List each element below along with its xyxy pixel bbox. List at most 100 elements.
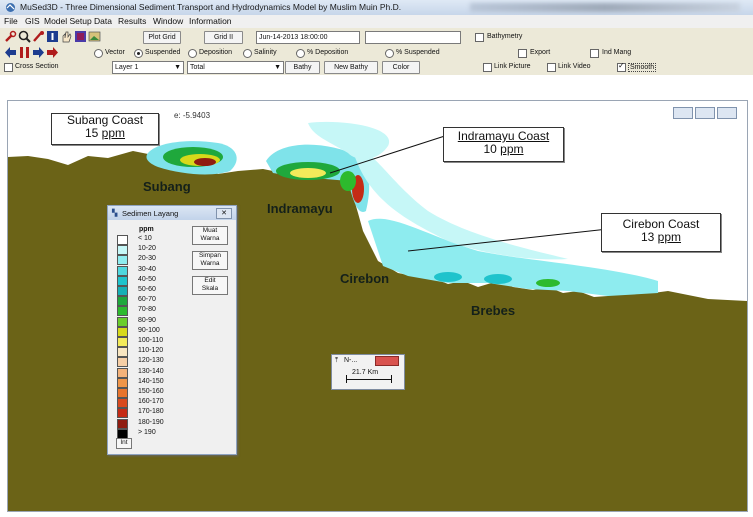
- export-checkbox[interactable]: [518, 49, 527, 58]
- pct-deposition-label: % Deposition: [307, 49, 349, 56]
- callout-indramayu-unit: ppm: [500, 142, 524, 156]
- palette-unit-label: ppm: [139, 226, 154, 233]
- legend-swatch: [117, 245, 128, 256]
- palette-title-bar[interactable]: ▚ Sedimen Layang ✕: [108, 206, 236, 220]
- salinity-radio[interactable]: [243, 49, 252, 58]
- new-bathy-button[interactable]: New Bathy: [324, 61, 378, 74]
- title-bar: MuSed3D - Three Dimensional Sediment Tra…: [0, 0, 753, 16]
- forward-icon[interactable]: [46, 46, 59, 59]
- smooth-checkbox[interactable]: ✓: [617, 61, 626, 72]
- pause-icon[interactable]: [18, 46, 31, 59]
- legend-label: 180-190: [138, 418, 164, 426]
- zoom-icon[interactable]: [18, 30, 31, 43]
- link-picture-checkbox[interactable]: [483, 63, 492, 72]
- callout-cirebon-value: 13: [640, 230, 655, 244]
- ind-mang-label: Ind Mang: [602, 49, 632, 56]
- menu-data[interactable]: Data: [94, 16, 112, 26]
- deposition-label: Deposition: [199, 49, 233, 56]
- datetime-field[interactable]: Jun-14-2013 18:00:00: [256, 31, 360, 44]
- layer-select-value: Layer 1: [115, 64, 139, 71]
- link-picture-label: Link Picture: [494, 63, 531, 70]
- scale-window-icon: ⤒: [335, 357, 339, 364]
- ind-mang-checkbox[interactable]: [590, 49, 599, 58]
- pct-deposition-radio[interactable]: [296, 49, 305, 58]
- menu-results[interactable]: Results: [118, 16, 146, 26]
- legend-swatch: [117, 408, 128, 419]
- chevron-down-icon: ▼: [274, 64, 281, 71]
- palette-close-button[interactable]: ✕: [216, 208, 232, 219]
- smooth-label: Smooth: [628, 63, 657, 72]
- minimize-button[interactable]: [673, 107, 693, 119]
- scale-bar-window[interactable]: ⤒ N-... 21.7 Km: [331, 354, 405, 390]
- scale-bar-label: 21.7 Km: [352, 369, 379, 376]
- place-label-indramayu: Indramayu: [267, 201, 333, 216]
- save-colors-button[interactable]: Simpan Warna: [192, 251, 228, 270]
- place-label-cirebon: Cirebon: [340, 271, 390, 286]
- legend-label: 150-160: [138, 388, 164, 395]
- legend-swatch: [117, 367, 128, 378]
- suspended-radio[interactable]: [134, 49, 143, 58]
- callout-subang-value: 15: [84, 126, 99, 140]
- plot-grid-button[interactable]: Plot Grid: [143, 31, 181, 44]
- int-button[interactable]: Int: [116, 438, 132, 449]
- callout-subang-unit: ppm: [101, 126, 126, 140]
- legend-label: 40-50: [138, 275, 156, 283]
- grid-color-icon[interactable]: [74, 30, 87, 43]
- legend-palette-window[interactable]: ▚ Sedimen Layang ✕ ppm < 10 10-20 20-30 30-…: [107, 205, 237, 455]
- callout-subang: Subang Coast 15 ppm: [51, 113, 159, 145]
- edit-tool-icon[interactable]: [32, 30, 45, 43]
- load-colors-button[interactable]: Muat Warna: [192, 226, 228, 245]
- callout-subang-value-line: 15 ppm: [52, 127, 158, 140]
- legend-label: > 190: [138, 428, 156, 436]
- edit-scale-button[interactable]: Edit Skala: [192, 276, 228, 295]
- pct-suspended-radio[interactable]: [385, 49, 394, 58]
- bathy-button[interactable]: Bathy: [285, 61, 320, 74]
- vector-radio[interactable]: [94, 49, 103, 58]
- maximize-button[interactable]: [695, 107, 715, 119]
- bathymetry-checkbox[interactable]: [475, 33, 484, 42]
- place-label-subang: Subang: [143, 179, 191, 194]
- callout-cirebon: Cirebon Coast 13 ppm: [601, 213, 721, 252]
- layer-select[interactable]: Layer 1 ▼: [112, 61, 184, 74]
- hotspot-subang-core: [194, 158, 216, 166]
- menu-file[interactable]: File: [4, 16, 18, 26]
- scale-window-close-button[interactable]: [375, 356, 399, 366]
- deposition-radio[interactable]: [188, 49, 197, 58]
- hotspot-indramayu-mid: [290, 168, 326, 178]
- hand-pan-icon[interactable]: [60, 30, 73, 43]
- info-icon[interactable]: [46, 30, 59, 43]
- menu-gis[interactable]: GIS: [25, 16, 40, 26]
- legend-swatch: [117, 235, 128, 245]
- legend-swatch: [117, 377, 128, 388]
- legend-swatch: [117, 296, 128, 307]
- legend-label: 30-40: [138, 265, 156, 273]
- palette-title: Sedimen Layang: [122, 209, 179, 218]
- legend-swatch: [117, 275, 128, 286]
- pct-suspended-label: % Suspended: [396, 49, 440, 56]
- salinity-label: Salinity: [254, 49, 277, 56]
- image-open-icon[interactable]: [88, 30, 101, 43]
- grid-ii-button[interactable]: Grid II: [204, 31, 243, 44]
- legend-label: 160-170: [138, 398, 164, 406]
- play-icon[interactable]: [32, 46, 45, 59]
- close-button[interactable]: [717, 107, 737, 119]
- color-button[interactable]: Color: [382, 61, 420, 74]
- arrow-left-icon[interactable]: [4, 46, 17, 59]
- cross-section-checkbox[interactable]: [4, 63, 13, 72]
- legend-label: < 10: [138, 235, 152, 242]
- menu-window[interactable]: Window: [153, 16, 183, 26]
- link-video-checkbox[interactable]: [547, 63, 556, 72]
- toolbar-middle: Vector Suspended Deposition Salinity % D…: [0, 45, 753, 60]
- menu-model-setup[interactable]: Model Setup: [44, 16, 92, 26]
- callout-indramayu-title: Indramayu Coast: [457, 129, 550, 143]
- legend-swatch: [117, 286, 128, 296]
- blank-field[interactable]: [365, 31, 461, 44]
- scale-bar-tick-left: [346, 375, 347, 383]
- legend-label: 140-150: [138, 377, 164, 385]
- vector-label: Vector: [105, 49, 125, 56]
- menu-information[interactable]: Information: [189, 16, 232, 26]
- mode-select[interactable]: Total ▼: [187, 61, 284, 74]
- export-label: Export: [530, 49, 551, 56]
- legend-swatch: [117, 357, 128, 368]
- wrench-tool-icon[interactable]: [4, 30, 17, 43]
